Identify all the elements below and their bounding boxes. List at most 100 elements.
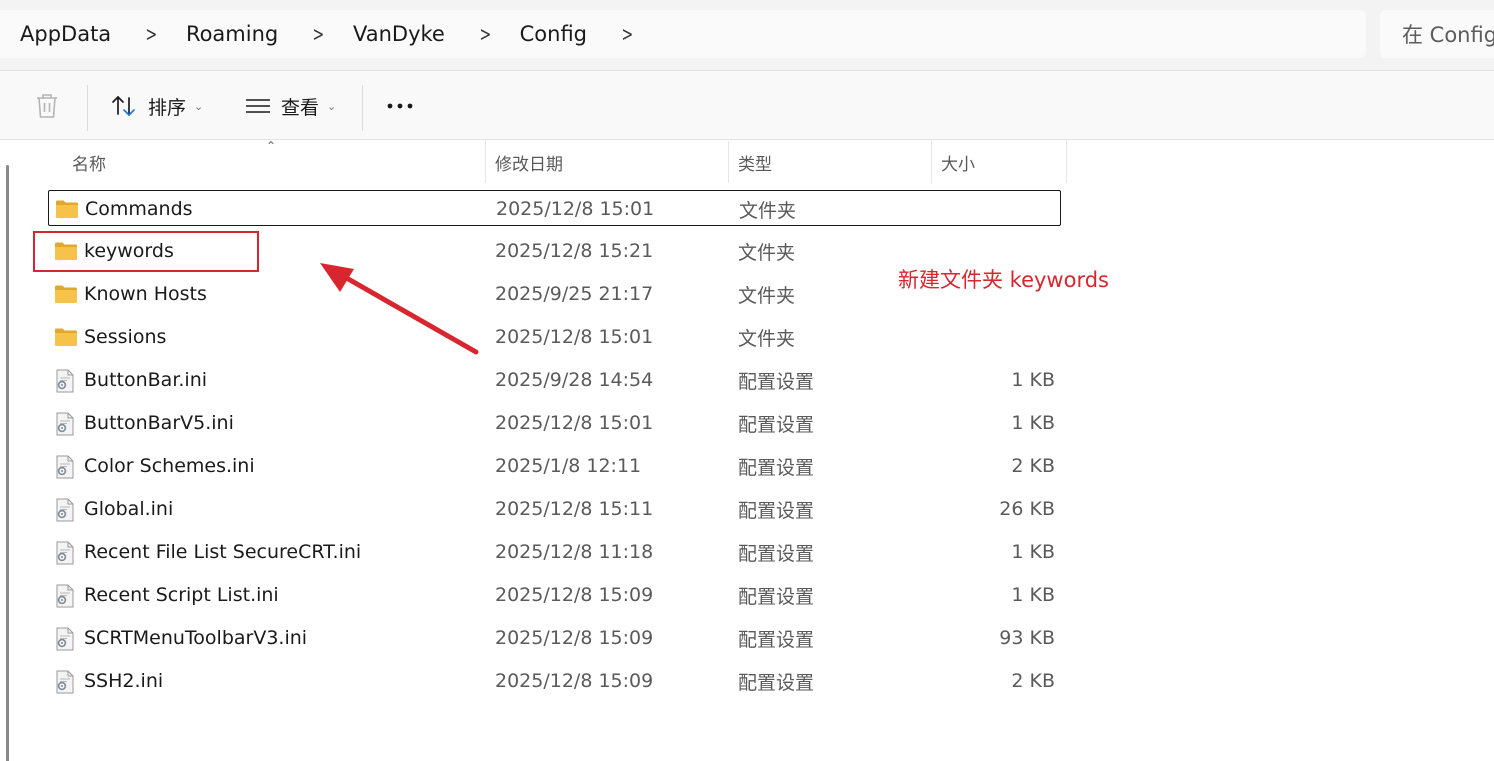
chevron-right-icon[interactable]: >: [622, 22, 634, 46]
config-file-icon: [54, 498, 76, 526]
sort-button[interactable]: 排序 ⌄: [110, 71, 203, 141]
column-divider[interactable]: [728, 141, 729, 183]
file-modified: 2025/12/8 11:18: [495, 541, 654, 563]
delete-button[interactable]: [34, 71, 60, 141]
sort-label: 排序: [148, 96, 187, 119]
file-name: Sessions: [84, 326, 167, 348]
file-name: SSH2.ini: [84, 670, 164, 692]
trash-icon: [37, 94, 57, 118]
breadcrumb-item-roaming[interactable]: Roaming: [186, 22, 278, 46]
table-row[interactable]: Recent Script List.ini 2025/12/8 15:09 配置设…: [48, 577, 1061, 613]
annotation-text: 新建文件夹 keywords: [898, 268, 1109, 292]
file-modified: 2025/9/28 14:54: [495, 369, 654, 391]
table-row[interactable]: SSH2.ini 2025/12/8 15:09 配置设置 2 KB: [48, 663, 1061, 699]
address-bar-area: AppData > Roaming > VanDyke > Config > 在…: [0, 0, 1494, 70]
search-placeholder: 在 Config: [1402, 23, 1494, 47]
file-size: [915, 319, 1055, 355]
file-modified: 2025/12/8 15:11: [495, 498, 654, 520]
file-size: 1 KB: [1011, 584, 1055, 606]
chevron-right-icon[interactable]: >: [313, 22, 325, 46]
file-name: Commands: [85, 198, 193, 220]
breadcrumb-item-vandyke[interactable]: VanDyke: [353, 22, 445, 46]
folder-icon: [55, 198, 79, 224]
file-name: Recent Script List.ini: [84, 584, 279, 606]
search-input[interactable]: 在 Config: [1380, 10, 1494, 58]
vertical-scrollbar[interactable]: [6, 165, 9, 761]
file-modified: 2025/1/8 12:11: [495, 455, 642, 477]
annotation-arrow-icon: [320, 263, 479, 355]
file-type: 文件夹: [738, 241, 796, 264]
chevron-right-icon[interactable]: >: [146, 22, 158, 46]
file-modified: 2025/12/8 15:01: [495, 412, 654, 434]
folder-icon: [54, 283, 78, 309]
column-header-type[interactable]: 类型: [738, 141, 772, 183]
chevron-down-icon: ⌄: [327, 99, 337, 113]
file-type: 配置设置: [738, 542, 815, 565]
file-name: SCRTMenuToolbarV3.ini: [84, 627, 308, 649]
file-type: 文件夹: [739, 199, 797, 222]
more-icon: [387, 103, 413, 109]
column-divider[interactable]: [485, 141, 486, 183]
file-modified: 2025/12/8 15:01: [495, 326, 654, 348]
table-row[interactable]: Sessions 2025/12/8 15:01 文件夹: [48, 319, 1061, 355]
file-modified: 2025/12/8 15:01: [496, 198, 655, 220]
config-file-icon: [54, 455, 76, 483]
command-bar: 排序 ⌄ 查看 ⌄: [0, 70, 1494, 140]
file-type: 配置设置: [738, 671, 815, 694]
list-view-icon: [246, 99, 270, 113]
file-modified: 2025/12/8 15:21: [495, 240, 654, 262]
file-type: 配置设置: [738, 370, 815, 393]
file-name: Recent File List SecureCRT.ini: [84, 541, 362, 563]
file-name: Known Hosts: [84, 283, 207, 305]
highlight-box: [33, 231, 259, 272]
file-size: 2 KB: [1011, 455, 1055, 477]
table-row[interactable]: ButtonBar.ini 2025/9/28 14:54 配置设置 1 KB: [48, 362, 1061, 398]
more-options-button[interactable]: [386, 71, 414, 141]
toolbar-divider: [87, 85, 88, 131]
file-size: 26 KB: [999, 498, 1055, 520]
column-header-modified[interactable]: 修改日期: [495, 141, 563, 183]
table-row[interactable]: Global.ini 2025/12/8 15:11 配置设置 26 KB: [48, 491, 1061, 527]
column-divider[interactable]: [931, 141, 932, 183]
chevron-down-icon: ⌄: [194, 99, 204, 113]
config-file-icon: [54, 627, 76, 655]
file-modified: 2025/12/8 15:09: [495, 627, 654, 649]
file-type: 文件夹: [738, 327, 796, 350]
sort-ascending-icon: ⌃: [266, 139, 277, 153]
file-modified: 2025/12/8 15:09: [495, 670, 654, 692]
breadcrumb-item-appdata[interactable]: AppData: [20, 22, 111, 46]
column-header-size[interactable]: 大小: [941, 141, 975, 183]
file-type: 配置设置: [738, 585, 815, 608]
file-type: 配置设置: [738, 413, 815, 436]
table-row[interactable]: Recent File List SecureCRT.ini 2025/12/8 …: [48, 534, 1061, 570]
chevron-right-icon[interactable]: >: [479, 22, 491, 46]
table-row[interactable]: SCRTMenuToolbarV3.ini 2025/12/8 15:09 配置设置…: [48, 620, 1061, 656]
file-type: 配置设置: [738, 499, 815, 522]
column-header-name[interactable]: 名称: [72, 141, 106, 183]
file-size: 1 KB: [1011, 541, 1055, 563]
config-file-icon: [54, 584, 76, 612]
table-row[interactable]: Commands 2025/12/8 15:01 文件夹: [48, 190, 1061, 226]
file-name: Color Schemes.ini: [84, 455, 255, 477]
file-size: 2 KB: [1011, 670, 1055, 692]
config-file-icon: [54, 412, 76, 440]
file-size: 93 KB: [999, 627, 1055, 649]
file-type: 配置设置: [738, 456, 815, 479]
file-type: 配置设置: [738, 628, 815, 651]
file-modified: 2025/9/25 21:17: [495, 283, 654, 305]
folder-icon: [54, 326, 78, 352]
breadcrumb-item-config[interactable]: Config: [520, 22, 587, 46]
view-label: 查看: [281, 96, 320, 119]
file-size: 1 KB: [1011, 369, 1055, 391]
breadcrumb[interactable]: AppData > Roaming > VanDyke > Config >: [0, 10, 1366, 58]
table-row[interactable]: ButtonBarV5.ini 2025/12/8 15:01 配置设置 1 KB: [48, 405, 1061, 441]
table-row[interactable]: Color Schemes.ini 2025/1/8 12:11 配置设置 2 KB: [48, 448, 1061, 484]
file-name: Global.ini: [84, 498, 174, 520]
file-type: 文件夹: [738, 284, 796, 307]
file-size: 1 KB: [1011, 412, 1055, 434]
view-button[interactable]: 查看 ⌄: [245, 71, 336, 141]
file-name: ButtonBar.ini: [84, 369, 208, 391]
config-file-icon: [54, 369, 76, 397]
config-file-icon: [54, 541, 76, 569]
column-divider[interactable]: [1066, 141, 1067, 183]
